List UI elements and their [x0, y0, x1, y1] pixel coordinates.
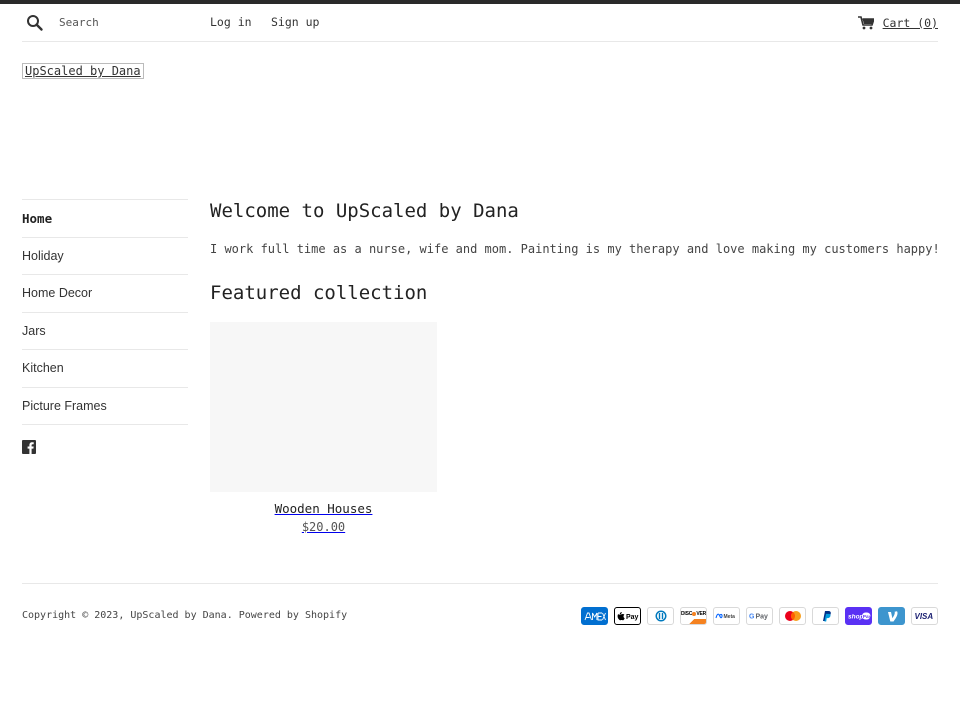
sidebar-item-picture-frames[interactable]: Picture Frames — [22, 386, 188, 425]
sidebar-item-kitchen[interactable]: Kitchen — [22, 349, 188, 387]
site-header: Log in Sign up Cart (0) — [22, 4, 938, 42]
search-icon[interactable] — [26, 14, 44, 32]
cart-label: Cart (0) — [882, 16, 938, 30]
payment-icons: Pay DISC VER Meta G Pay shop Pay VISA — [581, 607, 938, 625]
product-price: $20.00 — [301, 520, 346, 534]
welcome-title: Welcome to UpScaled by Dana — [210, 200, 519, 222]
search-input[interactable] — [59, 13, 199, 31]
meta-pay-icon: Meta — [713, 607, 740, 625]
sidebar-item-home-decor[interactable]: Home Decor — [22, 274, 188, 312]
discover-icon: DISC VER — [680, 607, 707, 625]
google-pay-icon: G Pay — [746, 607, 773, 625]
svg-text:G: G — [749, 614, 755, 621]
svg-text:Pay: Pay — [626, 614, 639, 621]
sidebar-nav: Home Holiday Home Decor Jars Kitchen Pic… — [22, 199, 188, 454]
svg-text:Pay: Pay — [755, 614, 768, 621]
amex-icon — [581, 607, 608, 625]
login-link[interactable]: Log in — [210, 15, 252, 29]
intro-text: I work full time as a nurse, wife and mo… — [210, 242, 940, 256]
svg-text:VISA: VISA — [914, 612, 933, 620]
visa-icon: VISA — [911, 607, 938, 625]
sidebar-item-holiday[interactable]: Holiday — [22, 236, 188, 275]
cart-link[interactable]: Cart (0) — [857, 14, 938, 32]
site-logo[interactable]: UpScaled by Dana — [22, 63, 144, 79]
facebook-icon[interactable] — [22, 439, 36, 454]
shop-pay-icon: shop Pay — [845, 607, 872, 625]
apple-pay-icon: Pay — [614, 607, 641, 625]
diners-club-icon — [647, 607, 674, 625]
sidebar-item-jars[interactable]: Jars — [22, 311, 188, 350]
svg-text:Meta: Meta — [723, 614, 735, 620]
signup-link[interactable]: Sign up — [271, 15, 319, 29]
svg-text:Pay: Pay — [862, 614, 870, 619]
venmo-icon — [878, 607, 905, 625]
site-footer: Copyright © 2023, UpScaled by Dana. Powe… — [22, 583, 938, 643]
featured-collection-title: Featured collection — [210, 282, 428, 304]
svg-text:shop: shop — [848, 614, 864, 621]
product-title[interactable]: Wooden Houses — [210, 501, 437, 516]
mastercard-icon — [779, 607, 806, 625]
product-card[interactable]: Wooden Houses $20.00 — [210, 322, 437, 534]
product-image-placeholder[interactable] — [210, 322, 437, 492]
copyright-text: Copyright © 2023, UpScaled by Dana. Powe… — [22, 610, 348, 621]
paypal-icon — [812, 607, 839, 625]
cart-icon — [857, 16, 874, 30]
sidebar-item-home[interactable]: Home — [22, 199, 188, 237]
